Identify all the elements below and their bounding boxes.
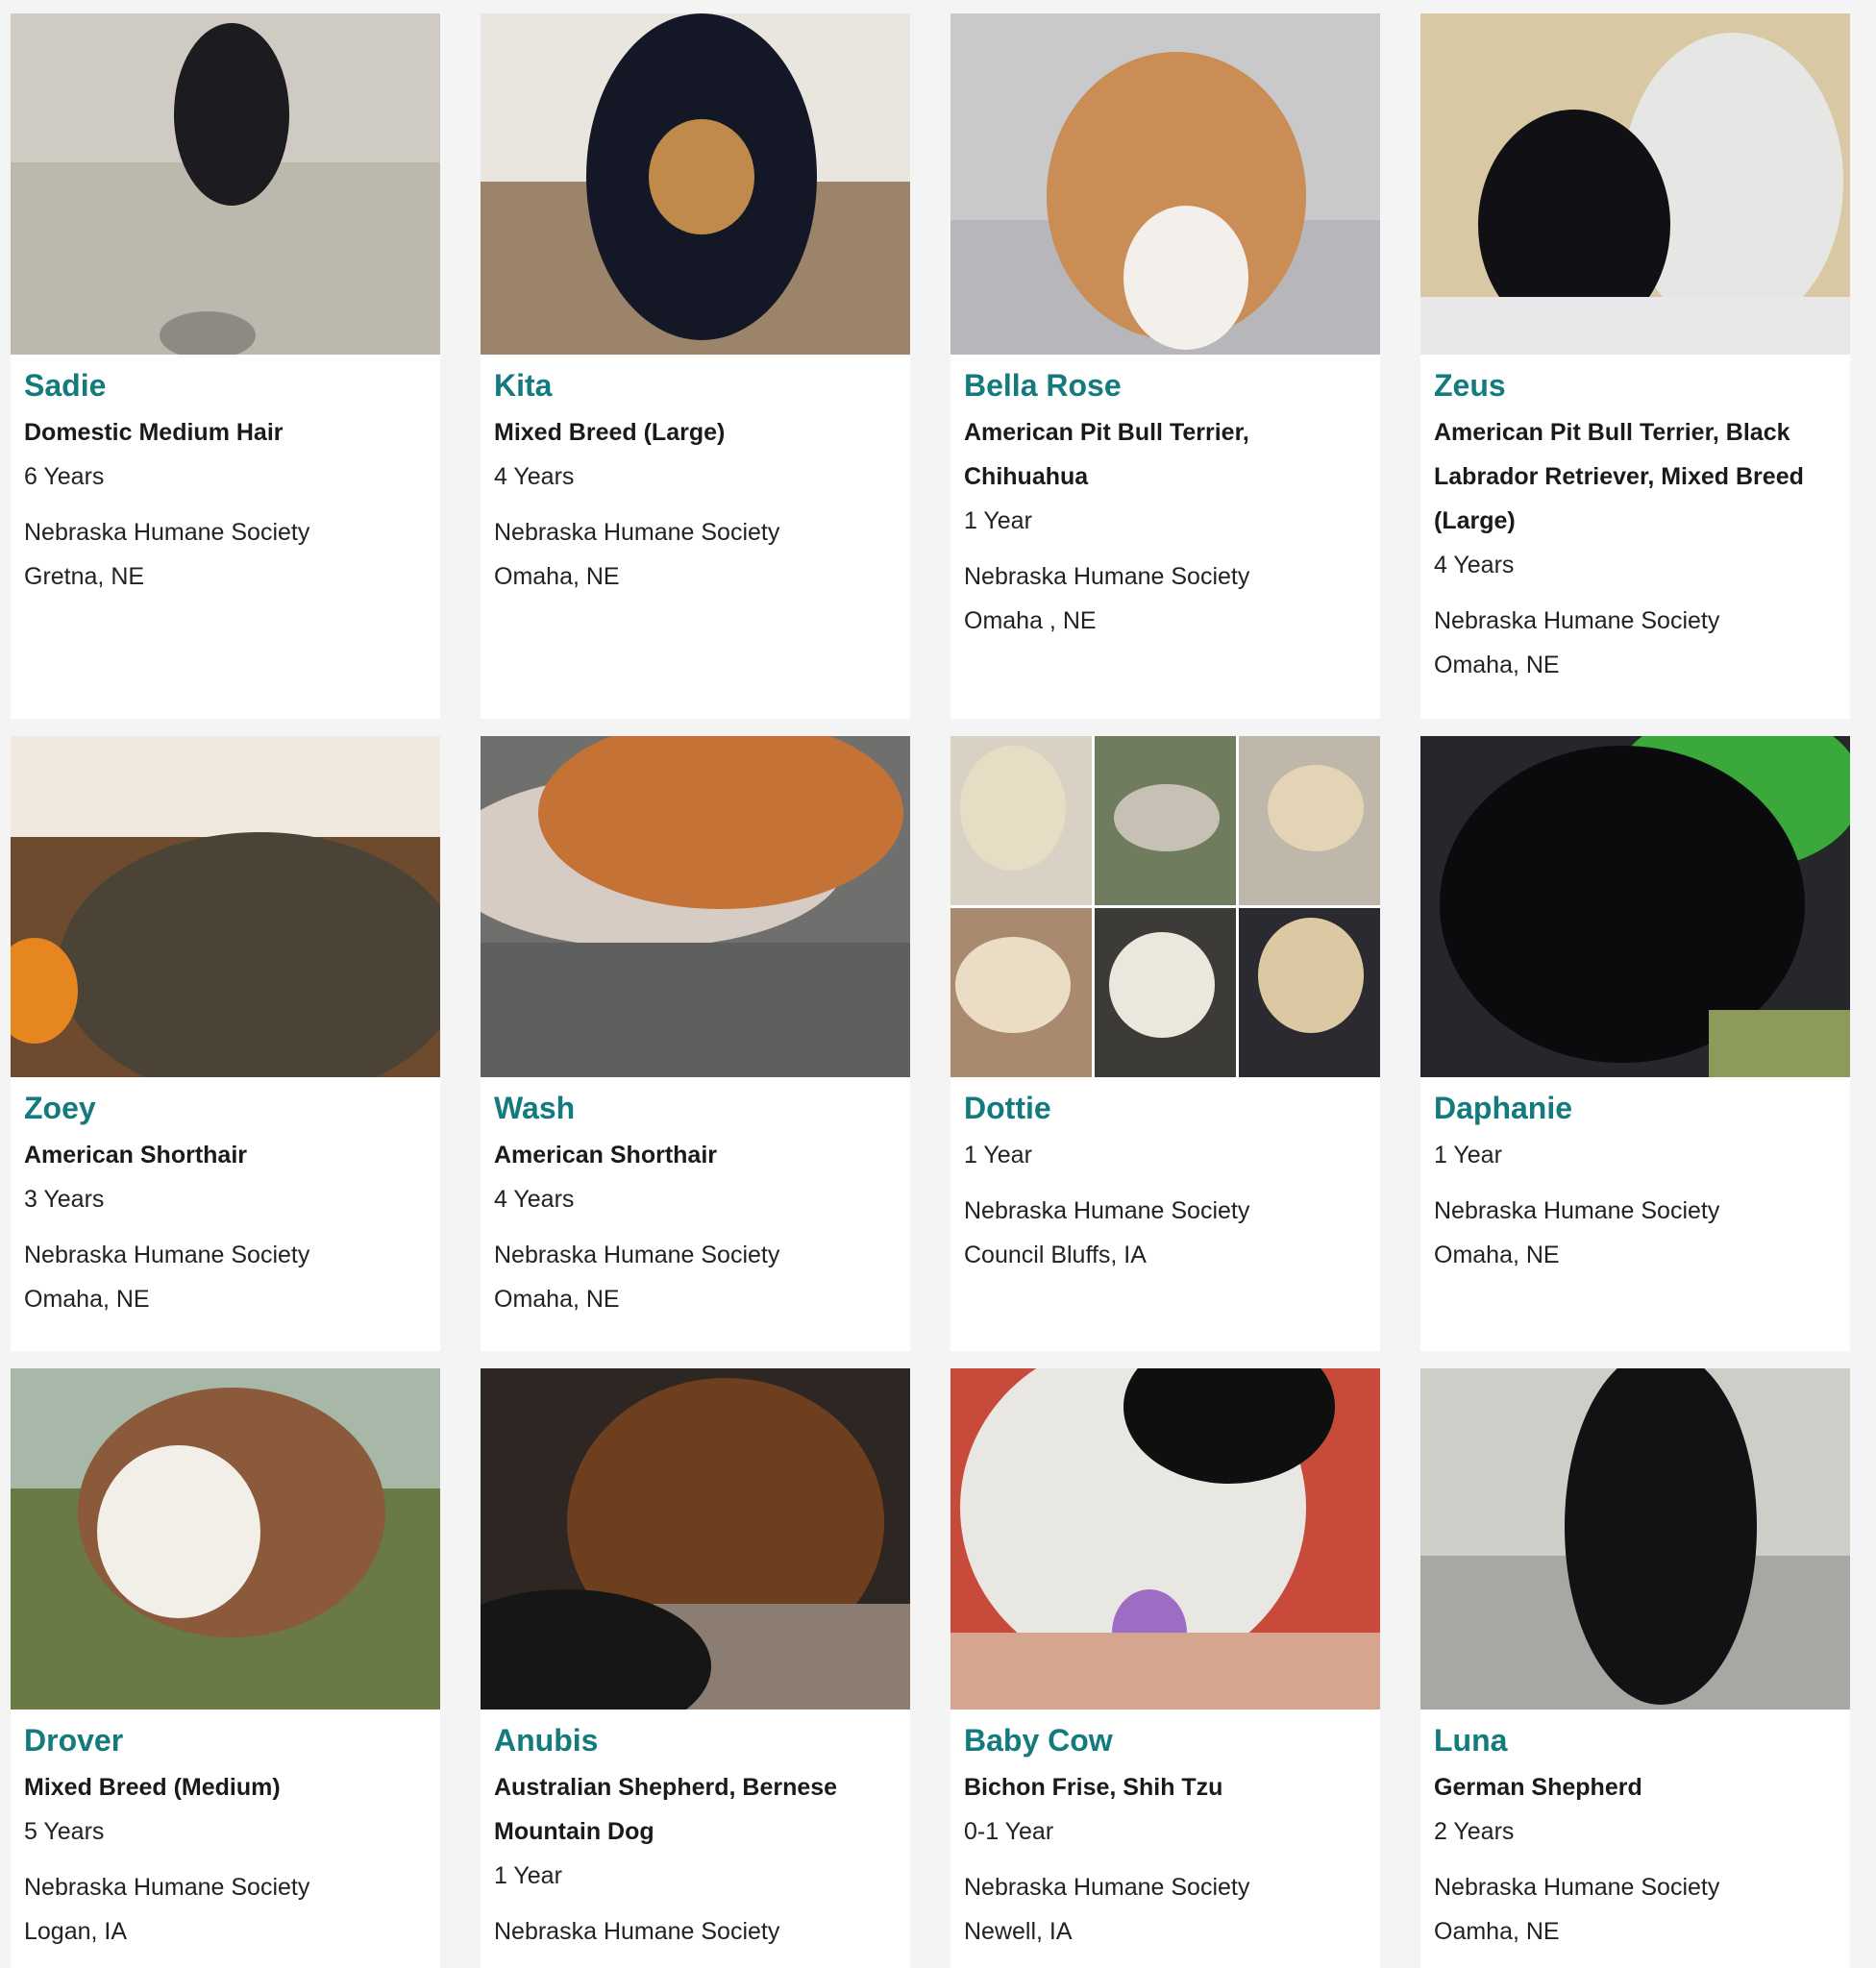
pet-location: Logan, IA [24, 1918, 128, 1945]
pet-breed: American Shorthair [494, 1142, 718, 1168]
pet-age: 1 Year [964, 1142, 1032, 1168]
pet-photo[interactable] [950, 736, 1380, 1077]
pet-age: 4 Years [494, 1186, 575, 1213]
pet-photo[interactable] [481, 736, 910, 1077]
pet-location: Oamha, NE [1434, 1918, 1560, 1945]
pet-org: Nebraska Humane Society [964, 1874, 1250, 1901]
pet-breed: German Shepherd [1434, 1774, 1642, 1801]
pet-org: Nebraska Humane Society [24, 1874, 310, 1901]
pet-photo[interactable] [1420, 736, 1850, 1077]
pet-name[interactable]: Daphanie [1434, 1089, 1837, 1127]
pet-photo[interactable] [1420, 13, 1850, 355]
pet-grid: Sadie Domestic Medium Hair 6 Years Nebra… [0, 0, 1876, 1968]
pet-location: Omaha , NE [964, 607, 1097, 634]
pet-photo[interactable] [950, 1368, 1380, 1710]
pet-card-kita[interactable]: Kita Mixed Breed (Large) 4 Years Nebrask… [481, 13, 910, 719]
pet-info: Baby Cow Bichon Frise, Shih Tzu 0-1 Year… [950, 1710, 1380, 1968]
pet-breed: Mixed Breed (Large) [494, 419, 726, 446]
pet-breed: Bichon Frise, Shih Tzu [964, 1774, 1223, 1801]
pet-org: Nebraska Humane Society [494, 519, 780, 546]
photo-collage [950, 736, 1380, 1077]
pet-breed: Australian Shepherd, Bernese Mountain Do… [494, 1774, 838, 1845]
pet-info: Daphanie 1 Year Nebraska Humane Society … [1420, 1077, 1850, 1294]
pet-breed: American Pit Bull Terrier, Chihuahua [964, 419, 1249, 490]
pet-info: Kita Mixed Breed (Large) 4 Years Nebrask… [481, 355, 910, 616]
pet-age: 6 Years [24, 463, 105, 490]
pet-age: 5 Years [24, 1818, 105, 1845]
pet-breed: Mixed Breed (Medium) [24, 1774, 281, 1801]
pet-age: 4 Years [1434, 552, 1515, 578]
pet-name[interactable]: Zeus [1434, 366, 1837, 405]
pet-info: Luna German Shepherd 2 Years Nebraska Hu… [1420, 1710, 1850, 1968]
pet-age: 1 Year [1434, 1142, 1502, 1168]
pet-age: 2 Years [1434, 1818, 1515, 1845]
pet-age: 1 Year [964, 507, 1032, 534]
pet-info: Zoey American Shorthair 3 Years Nebraska… [11, 1077, 440, 1339]
pet-location: Omaha, NE [494, 1286, 620, 1313]
pet-age: 1 Year [494, 1862, 562, 1889]
pet-name[interactable]: Dottie [964, 1089, 1367, 1127]
pet-org: Nebraska Humane Society [964, 563, 1250, 590]
pet-card-wash[interactable]: Wash American Shorthair 4 Years Nebraska… [481, 736, 910, 1351]
pet-org: Nebraska Humane Society [494, 1918, 780, 1945]
pet-card-anubis[interactable]: Anubis Australian Shepherd, Bernese Moun… [481, 1368, 910, 1968]
pet-name[interactable]: Bella Rose [964, 366, 1367, 405]
pet-name[interactable]: Sadie [24, 366, 427, 405]
pet-photo[interactable] [481, 1368, 910, 1710]
pet-photo[interactable] [11, 13, 440, 355]
pet-org: Nebraska Humane Society [1434, 1874, 1720, 1901]
pet-photo[interactable] [11, 1368, 440, 1710]
pet-breed: Domestic Medium Hair [24, 419, 284, 446]
pet-photo[interactable] [950, 13, 1380, 355]
pet-info: Wash American Shorthair 4 Years Nebraska… [481, 1077, 910, 1339]
pet-card-sadie[interactable]: Sadie Domestic Medium Hair 6 Years Nebra… [11, 13, 440, 719]
pet-breed: American Shorthair [24, 1142, 248, 1168]
pet-org: Nebraska Humane Society [1434, 607, 1720, 634]
pet-photo[interactable] [11, 736, 440, 1077]
pet-age: 3 Years [24, 1186, 105, 1213]
pet-card-dottie[interactable]: Dottie 1 Year Nebraska Humane Society Co… [950, 736, 1380, 1351]
pet-info: Zeus American Pit Bull Terrier, Black La… [1420, 355, 1850, 704]
pet-location: Omaha, NE [1434, 1242, 1560, 1268]
pet-card-drover[interactable]: Drover Mixed Breed (Medium) 5 Years Nebr… [11, 1368, 440, 1968]
pet-org: Nebraska Humane Society [494, 1242, 780, 1268]
pet-age: 4 Years [494, 463, 575, 490]
pet-name[interactable]: Baby Cow [964, 1721, 1367, 1759]
pet-info: Bella Rose American Pit Bull Terrier, Ch… [950, 355, 1380, 660]
pet-card-luna[interactable]: Luna German Shepherd 2 Years Nebraska Hu… [1420, 1368, 1850, 1968]
pet-card-daphanie[interactable]: Daphanie 1 Year Nebraska Humane Society … [1420, 736, 1850, 1351]
pet-org: Nebraska Humane Society [24, 1242, 310, 1268]
pet-age: 0-1 Year [964, 1818, 1054, 1845]
pet-location: Newell, IA [964, 1918, 1073, 1945]
pet-info: Anubis Australian Shepherd, Bernese Moun… [481, 1710, 910, 1968]
pet-photo[interactable] [1420, 1368, 1850, 1710]
pet-location: Council Bluffs, IA [964, 1242, 1147, 1268]
pet-org: Nebraska Humane Society [964, 1197, 1250, 1224]
pet-info: Dottie 1 Year Nebraska Humane Society Co… [950, 1077, 1380, 1294]
pet-name[interactable]: Kita [494, 366, 897, 405]
pet-location: Omaha, NE [24, 1286, 150, 1313]
pet-card-zeus[interactable]: Zeus American Pit Bull Terrier, Black La… [1420, 13, 1850, 719]
pet-card-bella-rose[interactable]: Bella Rose American Pit Bull Terrier, Ch… [950, 13, 1380, 719]
pet-location: Omaha, NE [494, 563, 620, 590]
pet-info: Drover Mixed Breed (Medium) 5 Years Nebr… [11, 1710, 440, 1968]
pet-name[interactable]: Zoey [24, 1089, 427, 1127]
pet-name[interactable]: Drover [24, 1721, 427, 1759]
pet-name[interactable]: Wash [494, 1089, 897, 1127]
pet-location: Gretna, NE [24, 563, 145, 590]
pet-org: Nebraska Humane Society [1434, 1197, 1720, 1224]
pet-name[interactable]: Luna [1434, 1721, 1837, 1759]
pet-location: Omaha, NE [1434, 652, 1560, 678]
pet-info: Sadie Domestic Medium Hair 6 Years Nebra… [11, 355, 440, 616]
pet-breed: American Pit Bull Terrier, Black Labrado… [1434, 419, 1804, 534]
pet-name[interactable]: Anubis [494, 1721, 897, 1759]
pet-photo[interactable] [481, 13, 910, 355]
pet-card-baby-cow[interactable]: Baby Cow Bichon Frise, Shih Tzu 0-1 Year… [950, 1368, 1380, 1968]
pet-card-zoey[interactable]: Zoey American Shorthair 3 Years Nebraska… [11, 736, 440, 1351]
pet-org: Nebraska Humane Society [24, 519, 310, 546]
